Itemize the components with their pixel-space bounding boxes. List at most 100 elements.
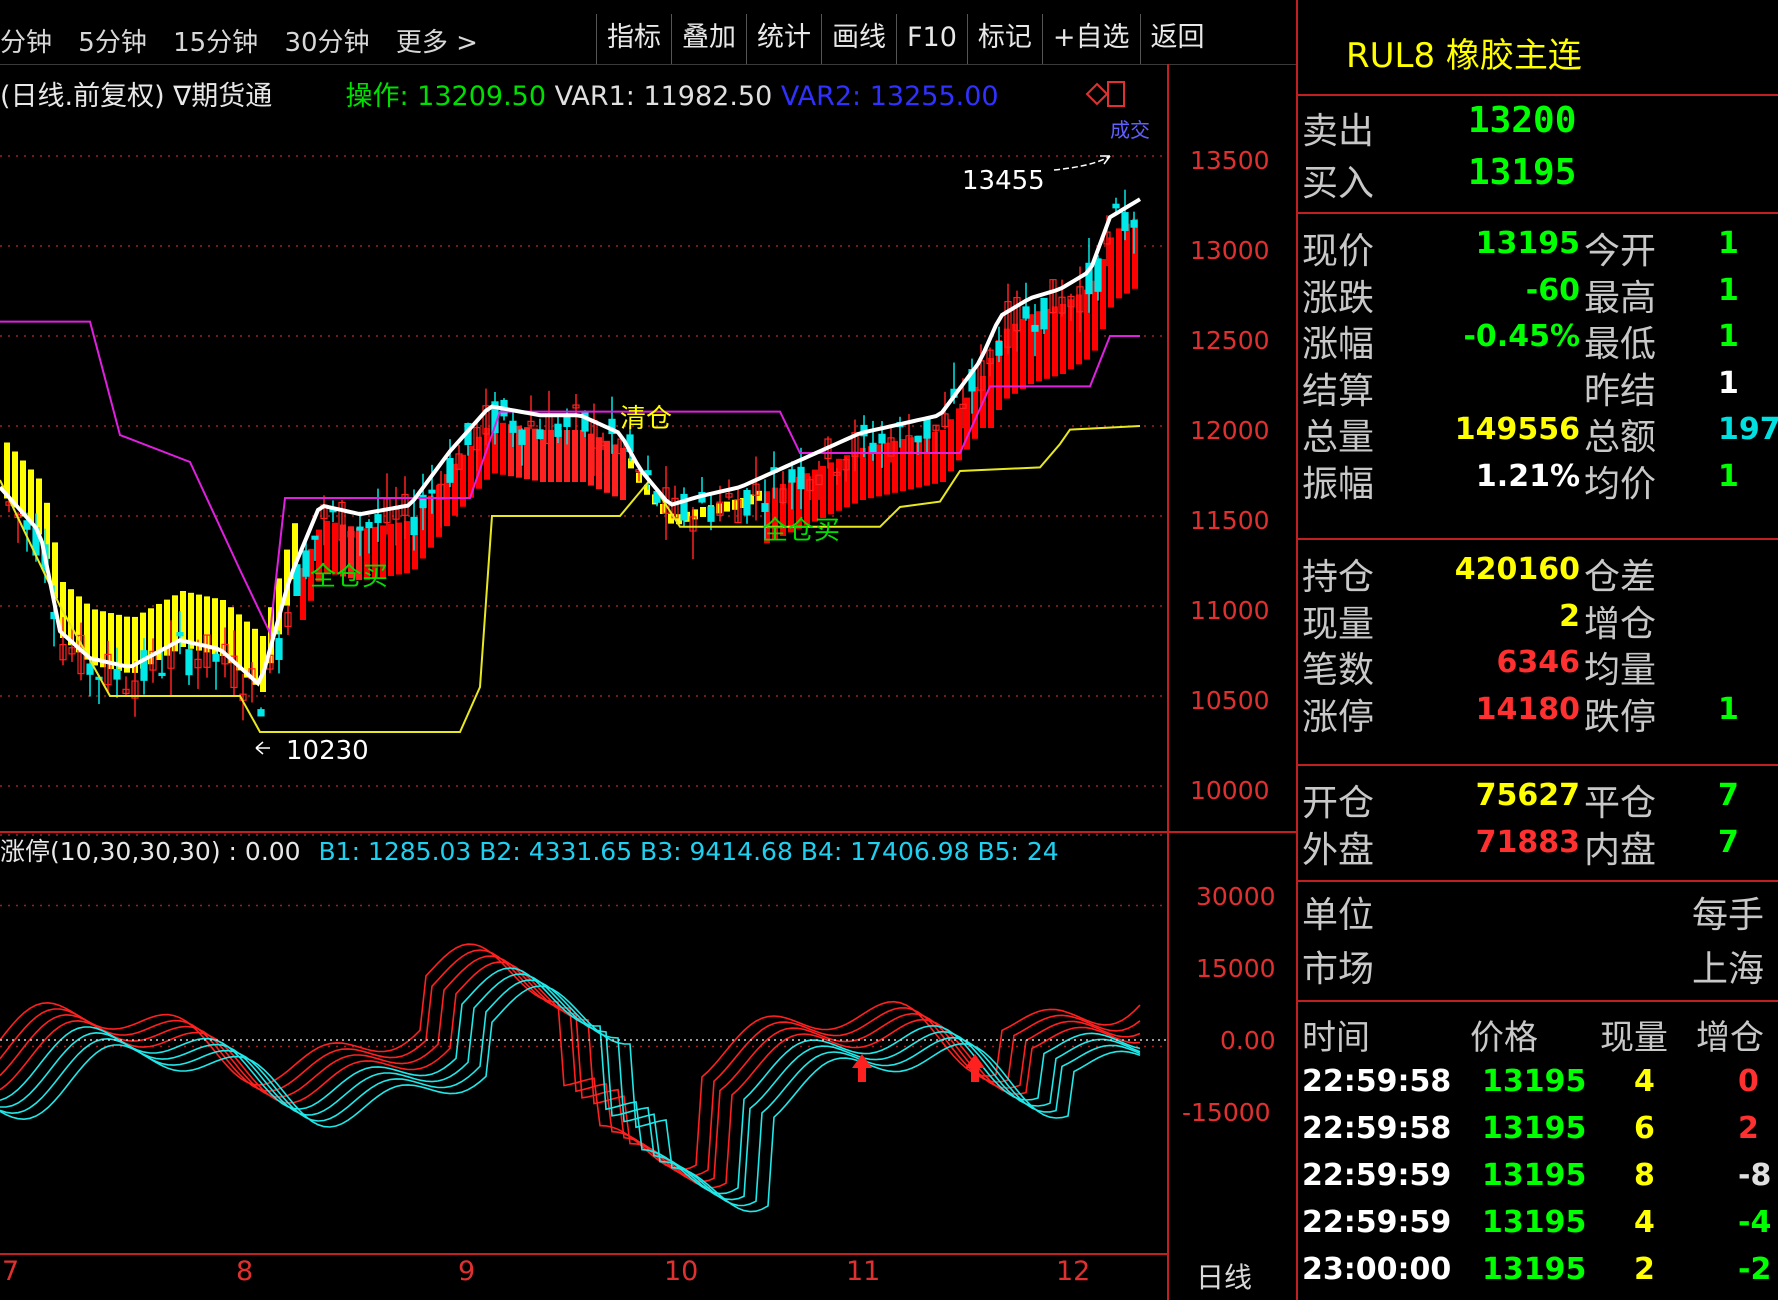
chart-title: (日线.前复权) ∇期货通 (0, 81, 273, 112)
stat-value: 1 (1718, 319, 1739, 354)
ribbon-bar (396, 522, 402, 575)
tick-delta: -4 (1738, 1205, 1772, 1240)
ribbon-bar (948, 419, 954, 472)
ribbon-bar (724, 501, 730, 512)
f10-button[interactable]: F10 (896, 14, 967, 64)
candle-body (356, 526, 364, 531)
y-tick: 11500 (1190, 506, 1270, 535)
tick-price: 13195 (1482, 1252, 1587, 1287)
ribbon-bar (884, 442, 890, 495)
period-30min[interactable]: 30分钟 (284, 28, 369, 58)
stat-value: 13195 (1475, 226, 1580, 261)
stat-value: 14180 (1475, 691, 1580, 727)
chart-toolbar: 分钟 5分钟 15分钟 30分钟 更多 > 指标 叠加 统计 画线 F10 标记… (0, 0, 1296, 65)
statistics-button[interactable]: 统计 (746, 14, 821, 64)
candle-body (428, 489, 436, 494)
stat-label: 现价 (1302, 231, 1375, 272)
ask-price: 13200 (1468, 100, 1577, 141)
buy-signal-label: 全仓买 (762, 516, 841, 546)
candle-body (509, 420, 517, 433)
stat-value: -60 (1525, 272, 1580, 308)
ribbon-bar (1028, 314, 1034, 385)
y-tick: 12500 (1190, 326, 1270, 355)
stat-value: 149556 (1454, 412, 1580, 447)
indicator-button[interactable]: 指标 (596, 14, 671, 64)
ribbon-bar (988, 358, 994, 428)
back-button[interactable]: 返回 (1139, 14, 1215, 64)
period-1min[interactable]: 分钟 (0, 28, 52, 58)
stat-label: 结算 (1302, 370, 1375, 412)
market-label: 市场 (1302, 949, 1375, 990)
period-5min[interactable]: 5分钟 (78, 28, 147, 58)
ribbon-bar (828, 462, 834, 515)
y-tick: 12000 (1190, 416, 1270, 445)
ribbon-bar (1060, 304, 1066, 374)
stat-label: 涨幅 (1302, 324, 1375, 365)
stat-label: 总额 (1584, 417, 1657, 458)
y-tick: 0.00 (1220, 1026, 1276, 1055)
low-price-label: 10230 (286, 736, 369, 766)
sub-chart-params: B1: 1285.03 B2: 4331.65 B3: 9414.68 B4: … (318, 837, 1059, 866)
bid-label: 买入 (1302, 163, 1375, 204)
candle-body (554, 423, 562, 437)
ribbon-bar (932, 431, 938, 484)
candle-body (311, 535, 319, 540)
buy-arrow-icon (852, 1054, 872, 1082)
stat-value: 197 (1718, 412, 1778, 447)
tick-time: 23:00:00 (1302, 1252, 1452, 1287)
x-tick: 7 (2, 1256, 20, 1287)
period-15min[interactable]: 15分钟 (173, 28, 258, 58)
diamond-icon[interactable] (1085, 82, 1109, 106)
quote-panel: RUL8 橡胶主连 卖出 13200 买入 13195 现价 13195 今开 1 涨跌… (1296, 0, 1778, 1300)
tick-price: 13195 (1482, 1111, 1587, 1146)
draw-line-button[interactable]: 画线 (821, 14, 896, 64)
candle-body (275, 638, 283, 660)
kline-chart[interactable] (0, 64, 1296, 1300)
tick-volume: 4 (1634, 1064, 1655, 1099)
overlay-button[interactable]: 叠加 (671, 14, 746, 64)
ribbon-bar (860, 448, 866, 500)
tick-volume: 4 (1634, 1205, 1655, 1240)
indicator-var1: VAR1: 11982.50 (554, 81, 773, 112)
stat-value: 1 (1718, 691, 1739, 727)
stat-label: 今开 (1584, 231, 1657, 272)
ribbon-bar (388, 523, 394, 576)
candle-body (878, 433, 886, 444)
period-more[interactable]: 更多 > (396, 28, 478, 58)
ribbon-bar (1116, 228, 1122, 299)
candle-body (536, 429, 544, 440)
y-tick: -15000 (1182, 1098, 1271, 1127)
high-price-label: 13455 (962, 166, 1045, 196)
oscillator-line (0, 985, 1141, 1213)
main-chart-header: (日线.前复权) ∇期货通 操作: 13209.50 VAR1: 11982.5… (0, 74, 999, 113)
stat-label: 仓差 (1584, 557, 1657, 598)
tool-buttons: 指标 叠加 统计 画线 F10 标记 +自选 返回 (596, 14, 1215, 64)
tick-delta: 0 (1738, 1064, 1759, 1099)
ask-label: 卖出 (1302, 111, 1375, 152)
stat-label: 涨停 (1302, 696, 1375, 738)
candle-body (707, 506, 715, 522)
ribbon-bar (500, 422, 506, 475)
y-tick: 11000 (1190, 596, 1270, 625)
panel-toggle-icon[interactable] (1107, 81, 1125, 107)
tick-price: 13195 (1482, 1205, 1587, 1240)
unit-label: 单位 (1302, 895, 1375, 936)
stat-label: 现量 (1302, 603, 1375, 645)
add-watchlist-button[interactable]: +自选 (1041, 14, 1140, 64)
x-tick: 11 (846, 1256, 881, 1287)
stat-value: 2 (1559, 598, 1580, 634)
stat-value: 1 (1718, 272, 1739, 308)
stat-label: 跌停 (1584, 696, 1657, 738)
contract-symbol: RUL8 橡胶主连 (1346, 36, 1582, 76)
period-label[interactable]: 日线 (1196, 1256, 1252, 1296)
stat-value: 1 (1718, 226, 1739, 261)
ribbon-bar (1020, 319, 1026, 389)
tick-time: 22:59:59 (1302, 1158, 1452, 1193)
candle-body (185, 649, 193, 676)
y-tick: 13000 (1190, 236, 1270, 265)
candle-body (374, 514, 382, 523)
tick-delta: 2 (1738, 1111, 1759, 1146)
mark-button[interactable]: 标记 (966, 14, 1042, 64)
oscillator-line (0, 961, 1141, 1189)
stat-label: 总量 (1302, 417, 1375, 458)
